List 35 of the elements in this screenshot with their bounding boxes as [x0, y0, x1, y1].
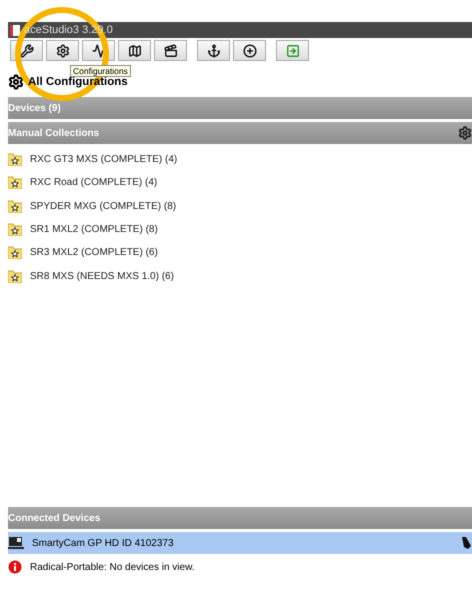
monitor-icon	[8, 536, 24, 550]
clapperboard-icon	[164, 44, 178, 58]
toolbar-button[interactable]	[118, 40, 151, 61]
collection-item[interactable]: SR8 MXS (NEEDS MXS 1.0) (6)	[30, 270, 174, 282]
device-row[interactable]: Radical-Portable: No devices in view.	[8, 556, 472, 578]
settings-icon[interactable]	[458, 126, 472, 140]
star-folder-icon	[8, 200, 22, 213]
toolbar-button[interactable]	[233, 40, 266, 61]
chart-icon	[92, 44, 106, 58]
star-folder-icon	[8, 270, 22, 283]
settings-icon	[8, 74, 24, 90]
toolbar-button[interactable]	[46, 40, 79, 61]
info-icon	[8, 560, 22, 574]
star-folder-icon	[8, 176, 22, 190]
device-row[interactable]: SmartyCam GP HD ID 4102373	[8, 531, 472, 554]
settings-icon	[56, 44, 70, 58]
star-folder-icon	[8, 246, 22, 260]
section-header: Connected Devices	[8, 507, 472, 529]
tooltip: Configurations	[70, 65, 131, 77]
collection-item[interactable]: RXC GT3 MXS (COMPLETE) (4)	[30, 154, 178, 166]
toolbar-button[interactable]	[197, 40, 230, 61]
collection-item[interactable]: SR1 MXL2 (COMPLETE) (8)	[30, 224, 158, 236]
collection-item[interactable]: SR3 MXL2 (COMPLETE) (6)	[30, 247, 158, 258]
map-icon	[128, 44, 142, 58]
usb-plug-icon	[460, 536, 472, 550]
star-folder-icon	[8, 153, 22, 166]
anchor-icon	[206, 44, 220, 58]
toolbar-button[interactable]	[154, 40, 187, 61]
add-icon	[242, 44, 256, 58]
collection-item[interactable]: SPYDER MXG (COMPLETE) (8)	[30, 200, 176, 212]
star-folder-icon	[8, 223, 22, 236]
app-icon	[10, 24, 20, 36]
export-icon	[286, 44, 300, 58]
wrench-icon	[20, 44, 34, 58]
collection-item[interactable]: RXC Road (COMPLETE) (4)	[30, 177, 158, 188]
